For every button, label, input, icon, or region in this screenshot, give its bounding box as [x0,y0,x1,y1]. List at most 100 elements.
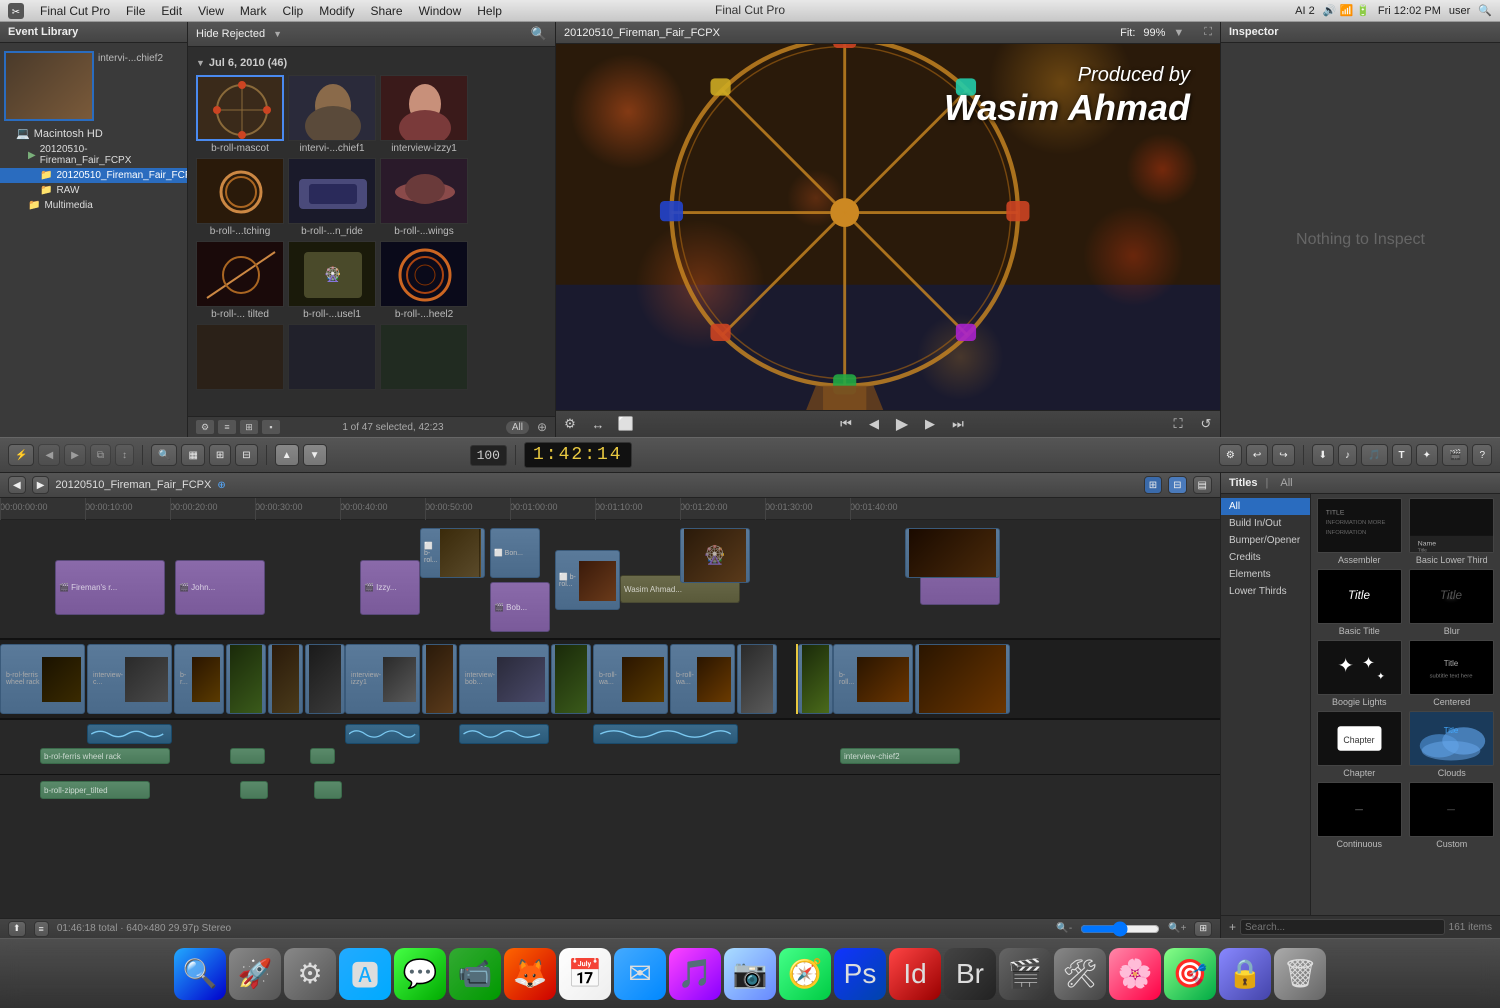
toolbar-export-button[interactable]: ♪ [1338,444,1357,466]
thumb-item-mascot[interactable]: b-roll-mascot [196,75,284,154]
dock-safari[interactable]: 🧭 [779,948,831,1000]
green-clip-3[interactable] [314,781,342,799]
toolbar-import-button[interactable]: ⬇ [1312,444,1334,466]
title-thumb-custom[interactable]: — [1409,782,1494,837]
dock-trash[interactable]: 🗑 [1274,948,1326,1000]
cat-all[interactable]: All [1221,498,1310,515]
thumb-wings[interactable] [380,158,468,224]
clip-firemans[interactable]: 🎬 Fireman's r... [55,560,165,615]
toolbar-media-button[interactable]: 🎬 [1442,444,1468,466]
primary-clip-2[interactable]: interview-c... [87,644,172,714]
title-thumb-chapter[interactable]: Chapter [1317,711,1402,766]
thumb-item-extra3[interactable] [380,324,468,392]
dock-fcp[interactable]: 🎬 [999,948,1051,1000]
thumb-item-usel1[interactable]: 🎡 b-roll-...usel1 [288,241,376,320]
thumb-tilted[interactable] [196,241,284,307]
title-item-clouds[interactable]: Title Clouds [1408,711,1497,778]
preview-step-back-icon[interactable]: ◀ [864,415,884,433]
primary-clip-far-right[interactable] [915,644,1010,714]
dock-app1[interactable]: 🛠 [1054,948,1106,1000]
audio-clip-2[interactable] [345,724,420,744]
primary-clip-bob[interactable]: interview-bob... [459,644,549,714]
dock-music[interactable]: 🎵 [669,948,721,1000]
dock-calendar[interactable]: 📅 [559,948,611,1000]
thumb-item-izzy1[interactable]: interview-izzy1 [380,75,468,154]
menu-help[interactable]: Help [477,4,502,18]
preview-skip-forward-icon[interactable]: ⏭ [948,415,968,433]
tl-view-btn1[interactable]: ⊞ [1144,476,1162,494]
preview-area[interactable]: Produced by Wasim Ahmad [556,44,1220,410]
toolbar-btn3[interactable]: ⧉ [90,444,111,466]
timeline-main[interactable]: 00:00:00:00 00:00:10:00 00:00:20:00 00:0… [0,498,1220,918]
tree-item-raw[interactable]: 📁 RAW [0,183,187,198]
clip-john[interactable]: 🎬 John... [175,560,265,615]
tl-view-btn2[interactable]: ⊟ [1168,476,1186,494]
menu-window[interactable]: Window [419,4,462,18]
dock-app3[interactable]: 🎯 [1164,948,1216,1000]
search-icon[interactable]: 🔍 [1478,4,1492,17]
menu-modify[interactable]: Modify [319,4,354,18]
date-group-header[interactable]: ▼ Jul 6, 2010 (46) [192,51,551,73]
toolbar-undo-button[interactable]: ↩ [1246,444,1268,466]
lower-third-2[interactable] [230,748,265,764]
toolbar-btn1[interactable]: ◀ [38,444,60,466]
title-thumb-clouds[interactable]: Title [1409,711,1494,766]
thumb-item-chief1[interactable]: intervi-...chief1 [288,75,376,154]
green-clip-zipper[interactable]: b-roll-zipper_tilted [40,781,150,799]
primary-clip-interview2[interactable] [737,644,777,714]
audio-clip-1[interactable] [87,724,172,744]
zoom-in-icon[interactable]: 🔍+ [1168,923,1186,934]
primary-clip-5[interactable] [268,644,303,714]
green-clip-2[interactable] [240,781,268,799]
thumb-izzy1[interactable] [380,75,468,141]
title-item-blur[interactable]: Title— Blur [1408,569,1497,636]
titles-tab[interactable]: Titles [1229,477,1258,489]
thumb-item-extra2[interactable] [288,324,376,392]
track-area[interactable]: 🎬 Fireman's r... 🎬 John... 🎬 Izzy... ⬜ [0,520,1220,918]
dock-app4[interactable]: 🔒 [1219,948,1271,1000]
thumb-item-extra1[interactable] [196,324,284,392]
primary-clip-izzy[interactable]: interview-izzy1 [345,644,420,714]
preview-fullscreen-button[interactable]: ⛶ [1168,415,1188,433]
toolbar-redo-button[interactable]: ↪ [1272,444,1294,466]
clip-broll-connect1[interactable]: ⬜ b-rol... [420,528,485,578]
lower-third-chief2[interactable]: interview-chief2 [840,748,960,764]
primary-clip-6[interactable] [305,644,345,714]
tl-view-btn3[interactable]: ▤ [1193,476,1212,494]
preview-thumb[interactable] [4,51,94,121]
dock-app2[interactable]: 🌸 [1109,948,1161,1000]
menu-app[interactable]: Final Cut Pro [40,4,110,18]
primary-clip-broll-right[interactable]: b-roll... [833,644,913,714]
dock-launchpad[interactable]: 🚀 [229,948,281,1000]
tree-item-multimedia[interactable]: 📁 Multimedia [0,198,187,213]
toolbar-snap-button[interactable]: ⚡ [8,444,34,466]
title-item-boogie[interactable]: ✦✦✦ Boogie Lights [1315,640,1404,707]
thumb-extra3[interactable] [380,324,468,390]
title-item-centered[interactable]: Titlesubtitle text here Centered [1408,640,1497,707]
title-thumb-continuous[interactable]: — [1317,782,1402,837]
menu-edit[interactable]: Edit [161,4,182,18]
status-list-button[interactable]: ≡ [34,921,49,937]
title-item-continuous[interactable]: — Continuous [1315,782,1404,849]
thumb-extra1[interactable] [196,324,284,390]
audio-clip-4[interactable] [593,724,738,744]
clip-izzy[interactable]: 🎬 Izzy... [360,560,420,615]
zoom-out-icon[interactable]: 🔍- [1056,923,1072,934]
tl-forward-button[interactable]: ▶ [32,476,50,494]
toolbar-zoom-button[interactable]: ⊟ [235,444,257,466]
title-thumb-assembler[interactable]: TITLEINFORMATION MOREINFORMATION [1317,498,1402,553]
status-share-button[interactable]: ⬆ [8,921,26,937]
toolbar-select-arrow[interactable]: ▼ [303,444,327,466]
thumb-usel1[interactable]: 🎡 [288,241,376,307]
fullscreen-icon[interactable]: ⛶ [1204,26,1212,39]
preview-step-forward-icon[interactable]: ▶ [920,415,940,433]
primary-clip-1[interactable]: b-rol-ferris wheel rack [0,644,85,714]
lower-third-1[interactable]: b-rol-ferris wheel rack [40,748,170,764]
dock-messages[interactable]: 💬 [394,948,446,1000]
titles-all-button[interactable]: All [1280,477,1292,489]
menu-share[interactable]: Share [371,4,403,18]
browser-all-badge[interactable]: All [506,421,529,434]
cat-lowerthirds[interactable]: Lower Thirds [1221,583,1310,600]
thumb-nride[interactable] [288,158,376,224]
dock-mail[interactable]: ✉ [614,948,666,1000]
